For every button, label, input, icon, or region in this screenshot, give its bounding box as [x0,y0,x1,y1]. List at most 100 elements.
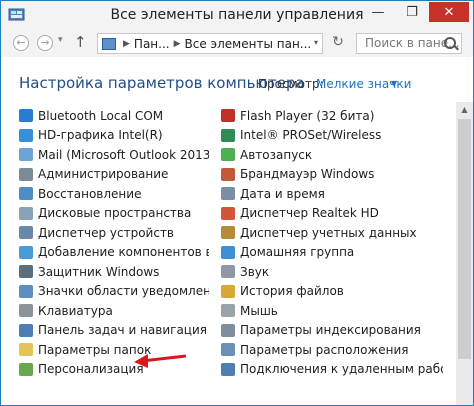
items-list: Bluetooth Local COM HD-графика Intel(R) Ma… [1,102,455,405]
control-panel-item[interactable]: Параметры папок [19,340,209,360]
control-panel-item[interactable]: Мышь [221,301,443,321]
control-panel-window: Все элементы панели управления — ❐ ✕ ← →… [0,0,474,406]
item-label: Диспетчер учетных данных [240,225,417,240]
control-panel-item[interactable]: Диспетчер учетных данных [221,223,443,243]
item-label: Панель задач и навигация [38,323,207,338]
control-panel-item[interactable]: Bluetooth Local COM [19,106,209,126]
view-by-caret-icon[interactable]: ▼ [391,79,397,88]
defender-icon [19,265,33,279]
item-label: Диспетчер устройств [38,225,175,240]
sound-icon [221,265,235,279]
item-label: Диспетчер Realtek HD [240,206,379,221]
recent-locations-caret-icon[interactable]: ▾ [58,35,63,45]
item-label: Дисковые пространства [38,206,192,221]
control-panel-item[interactable]: Диспетчер Realtek HD [221,204,443,224]
personalization-icon [19,362,33,376]
item-label: Intel® PROSet/Wireless [240,128,382,143]
address-history-caret-icon[interactable]: ▾ [314,38,318,47]
realtek-icon [221,206,235,220]
control-panel-item[interactable]: Mail (Microsoft Outlook 2013) (32 би... [19,145,209,165]
breadcrumb-all-items[interactable]: Все элементы пан... [185,37,312,51]
vertical-scrollbar[interactable]: ▲ [456,102,473,405]
breadcrumb-control-panel[interactable]: Пан... [134,37,170,51]
control-panel-item[interactable]: Дата и время [221,184,443,204]
item-label: Параметры индексирования [240,323,421,338]
credential-manager-icon [221,226,235,240]
item-label: Подключения к удаленным рабоч... [240,362,443,377]
address-control-panel-icon [102,37,116,50]
control-panel-item[interactable]: Значки области уведомлений [19,282,209,302]
control-panel-item[interactable]: Intel® PROSet/Wireless [221,126,443,146]
address-bar[interactable]: ▶ Пан... ▶ Все элементы пан... ▾ [97,33,323,54]
control-panel-item[interactable]: Брандмауэр Windows [221,165,443,185]
item-label: Мышь [240,303,278,318]
breadcrumb-separator-icon[interactable]: ▶ [174,39,181,49]
taskbar-icon [19,323,33,337]
breadcrumb-separator-icon[interactable]: ▶ [123,39,130,49]
control-panel-item[interactable]: Подключения к удаленным рабоч... [221,360,443,380]
control-panel-item[interactable]: Добавление компонентов в Window... [19,243,209,263]
control-panel-item[interactable]: Домашняя группа [221,243,443,263]
item-label: Дата и время [240,186,325,201]
control-panel-item[interactable]: HD-графика Intel(R) [19,126,209,146]
homegroup-icon [221,245,235,259]
title-bar: Все элементы панели управления — ❐ ✕ [1,1,473,31]
refresh-button[interactable]: ↻ [327,34,349,53]
mail-icon [19,148,33,162]
control-panel-item[interactable]: Flash Player (32 бита) [221,106,443,126]
item-label: Автозапуск [240,147,313,162]
mouse-icon [221,304,235,318]
control-panel-item[interactable]: Звук [221,262,443,282]
control-panel-item[interactable]: Диспетчер устройств [19,223,209,243]
control-panel-item[interactable]: История файлов [221,282,443,302]
folder-options-icon [19,343,33,357]
control-panel-item[interactable]: Панель задач и навигация [19,321,209,341]
control-panel-item[interactable]: Дисковые пространства [19,204,209,224]
control-panel-item[interactable]: Персонализация [19,360,209,380]
minimize-button[interactable]: — [361,1,395,23]
up-level-button[interactable]: ↑ [74,33,87,51]
file-history-icon [221,284,235,298]
scroll-thumb[interactable] [458,119,471,359]
item-label: Защитник Windows [38,264,160,279]
location-icon [221,343,235,357]
storage-spaces-icon [19,206,33,220]
wireless-icon [221,128,235,142]
keyboard-icon [19,304,33,318]
intel-graphics-icon [19,128,33,142]
maximize-button[interactable]: ❐ [395,1,429,23]
admin-tools-icon [19,167,33,181]
item-label: Администрирование [38,167,169,182]
remote-connections-icon [221,362,235,376]
item-label: Клавиатура [38,303,113,318]
item-label: Брандмауэр Windows [240,167,375,182]
date-time-icon [221,187,235,201]
forward-button[interactable]: → [37,35,53,51]
item-label: HD-графика Intel(R) [38,128,163,143]
firewall-icon [221,167,235,181]
item-label: Домашняя группа [240,245,355,260]
close-button[interactable]: ✕ [429,2,469,22]
item-label: Значки области уведомлений [38,284,209,299]
add-features-icon [19,245,33,259]
item-label: Mail (Microsoft Outlook 2013) (32 би... [38,147,209,162]
flash-icon [221,109,235,123]
notification-icons-icon [19,284,33,298]
item-label: Персонализация [38,362,144,377]
back-button[interactable]: ← [13,35,29,51]
control-panel-item[interactable]: Защитник Windows [19,262,209,282]
scroll-up-button[interactable]: ▲ [456,102,473,118]
indexing-icon [221,323,235,337]
control-panel-item[interactable]: Клавиатура [19,301,209,321]
control-panel-item[interactable]: Автозапуск [221,145,443,165]
view-by-label: Просмотр: [258,77,324,91]
search-icon[interactable] [444,37,456,49]
search-input[interactable]: Поиск в пане... [356,33,462,54]
control-panel-item[interactable]: Администрирование [19,165,209,185]
control-panel-item[interactable]: Восстановление [19,184,209,204]
device-manager-icon [19,226,33,240]
control-panel-item[interactable]: Параметры индексирования [221,321,443,341]
item-label: Параметры папок [38,342,152,357]
control-panel-item[interactable]: Параметры расположения [221,340,443,360]
item-label: Восстановление [38,186,142,201]
